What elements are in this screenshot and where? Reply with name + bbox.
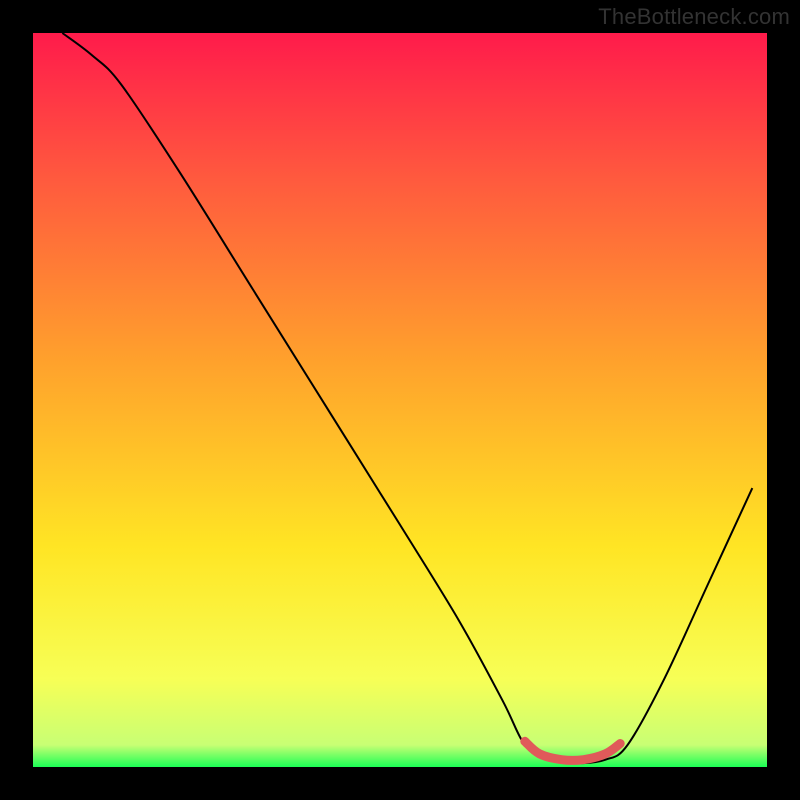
gradient-background <box>33 33 767 767</box>
bottleneck-chart <box>0 0 800 800</box>
watermark-text: TheBottleneck.com <box>598 4 790 30</box>
chart-frame: TheBottleneck.com <box>0 0 800 800</box>
